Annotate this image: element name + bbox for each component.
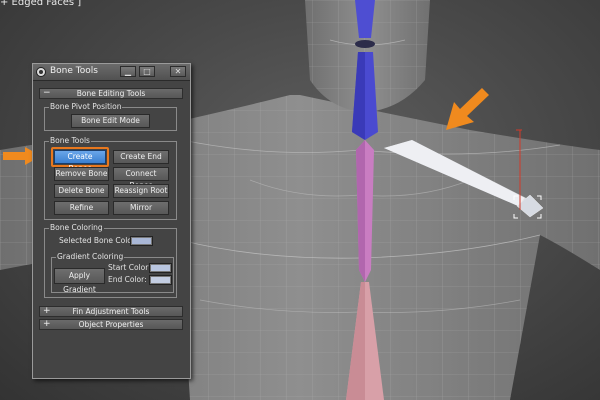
neck-joint	[355, 40, 375, 48]
refine-button[interactable]: Refine	[54, 201, 109, 215]
rollout-bone-editing-tools[interactable]: − Bone Editing Tools	[39, 88, 183, 99]
app-logo-icon	[36, 67, 46, 77]
close-button[interactable]: ✕	[170, 66, 186, 77]
rollout-label: Object Properties	[78, 320, 144, 329]
end-color-swatch[interactable]	[149, 275, 172, 285]
apply-gradient-button[interactable]: Apply Gradient	[54, 268, 105, 294]
reassign-root-button[interactable]: Reassign Root	[113, 184, 169, 198]
mirror-button[interactable]: Mirror	[113, 201, 169, 215]
group-title: Gradient Coloring	[56, 252, 125, 262]
remove-bone-button[interactable]: Remove Bone	[54, 167, 109, 181]
rollout-object-properties[interactable]: + Object Properties	[39, 319, 183, 330]
bone-tools-window: Bone Tools ▁ □ ✕ − Bone Editing Tools Bo…	[32, 63, 191, 379]
group-title: Bone Coloring	[49, 223, 104, 233]
connect-bones-button[interactable]: Connect Bones	[113, 167, 169, 190]
restore-button[interactable]: □	[139, 66, 155, 77]
rollout-fin-adjustment-tools[interactable]: + Fin Adjustment Tools	[39, 306, 183, 317]
callout-arrow-icon	[446, 88, 489, 130]
rollout-label: Bone Editing Tools	[76, 89, 146, 98]
window-title: Bone Tools	[50, 66, 98, 76]
group-title: Bone Tools	[49, 136, 91, 146]
group-title: Bone Pivot Position	[49, 102, 123, 112]
bone-pivot-group: Bone Pivot Position Bone Edit Mode	[44, 102, 177, 131]
selected-bone-color-swatch[interactable]	[130, 236, 153, 246]
delete-bone-button[interactable]: Delete Bone	[54, 184, 109, 198]
create-bones-button[interactable]: Create Bones	[54, 150, 106, 173]
selected-bone-color-label: Selected Bone Color:	[59, 236, 138, 245]
start-color-label: Start Color:	[108, 263, 151, 272]
start-color-swatch[interactable]	[149, 263, 172, 273]
window-titlebar[interactable]: Bone Tools ▁ □ ✕	[33, 64, 190, 81]
bone-edit-mode-button[interactable]: Bone Edit Mode	[71, 114, 150, 128]
minimize-button[interactable]: ▁	[120, 66, 136, 77]
create-end-button[interactable]: Create End	[113, 150, 169, 164]
rollout-label: Fin Adjustment Tools	[72, 307, 150, 316]
end-color-label: End Color:	[108, 275, 147, 284]
